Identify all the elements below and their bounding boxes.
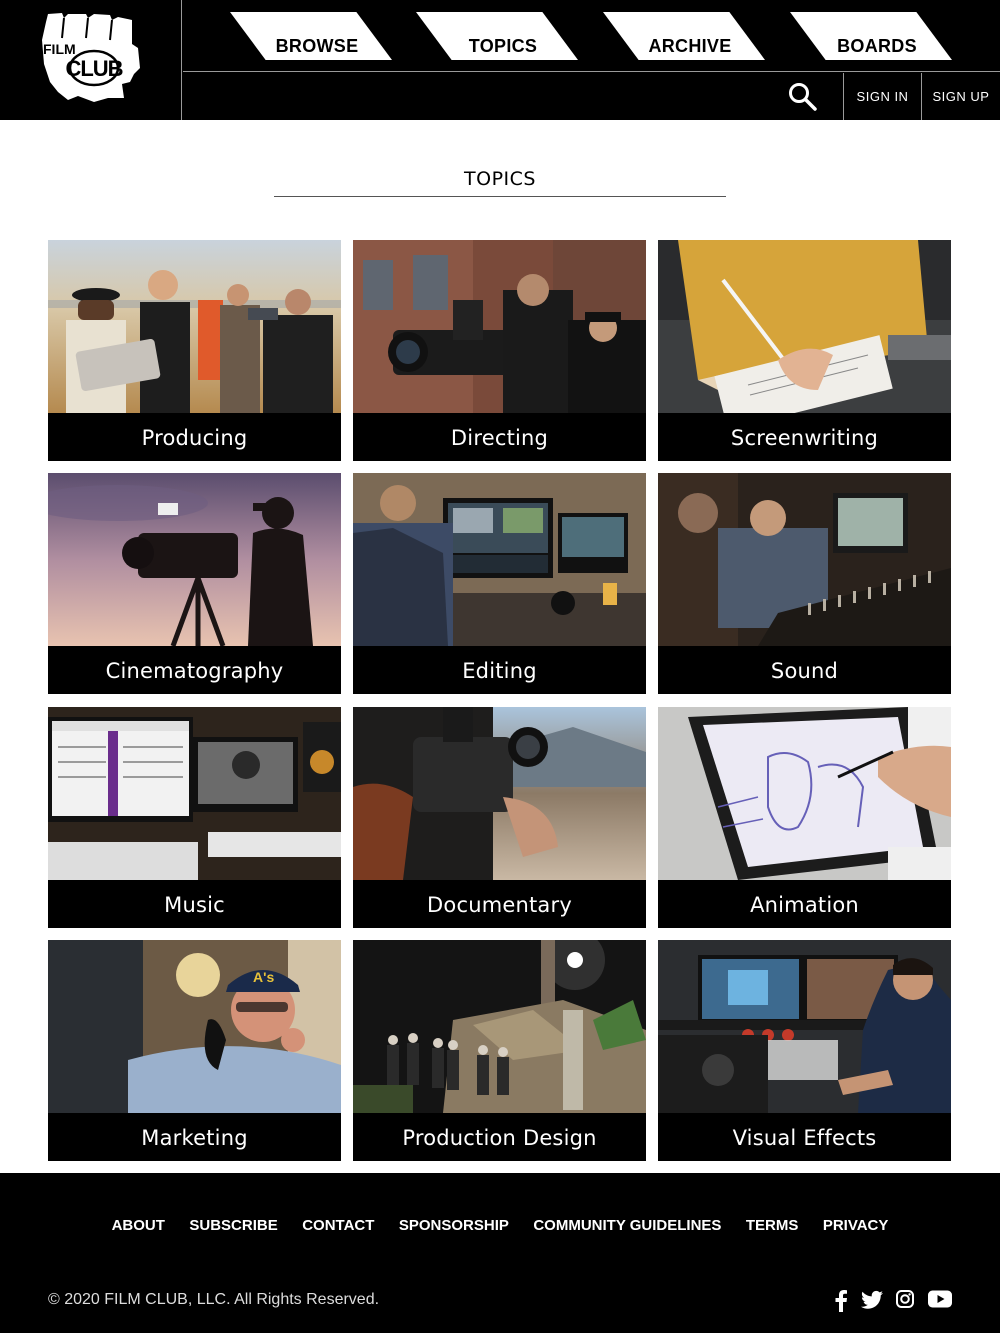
topic-card-screenwriting[interactable]: Screenwriting — [658, 240, 951, 461]
topic-label: Cinematography — [105, 658, 284, 683]
facebook-icon — [835, 1290, 847, 1312]
topic-card-animation[interactable]: Animation — [658, 707, 951, 928]
footer-link-privacy[interactable]: PRIVACY — [823, 1217, 889, 1234]
documentary-photo — [353, 707, 646, 880]
footer-link-community-guidelines[interactable]: COMMUNITY GUIDELINES — [533, 1217, 721, 1234]
topic-label: Documentary — [427, 892, 572, 917]
footer-link-terms[interactable]: TERMS — [746, 1217, 799, 1234]
topic-card-production-design[interactable]: Production Design — [353, 940, 646, 1161]
facebook-link[interactable] — [834, 1290, 848, 1312]
film-club-logo: FILM CLUB — [42, 13, 140, 102]
nav-tab-boards[interactable]: BOARDS — [790, 12, 952, 60]
site-header: FILM CLUB BROWSE TOPICS ARCHIVE BOARDS S… — [0, 0, 1000, 120]
topic-card-sound[interactable]: Sound — [658, 473, 951, 694]
footer-link-about[interactable]: ABOUT — [112, 1217, 165, 1234]
topic-card-producing[interactable]: Producing — [48, 240, 341, 461]
topic-label: Screenwriting — [730, 425, 879, 450]
topic-card-marketing[interactable]: A's Marketing — [48, 940, 341, 1161]
twitter-link[interactable] — [861, 1290, 883, 1312]
topic-label: Production Design — [402, 1125, 597, 1150]
topic-label: Directing — [450, 425, 549, 450]
production-design-photo — [353, 940, 646, 1113]
topic-card-editing[interactable]: Editing — [353, 473, 646, 694]
nav-tab-label: BOARDS — [837, 36, 917, 56]
copyright-text: © 2020 FILM CLUB, LLC. All Rights Reserv… — [48, 1291, 380, 1308]
directing-photo — [353, 240, 646, 413]
logo-link[interactable]: FILM CLUB — [0, 0, 182, 120]
nav-tab-archive[interactable]: ARCHIVE — [603, 12, 765, 60]
search-button[interactable] — [787, 81, 819, 113]
footer-link-contact[interactable]: CONTACT — [302, 1217, 374, 1234]
youtube-link[interactable] — [928, 1290, 952, 1312]
logo-club-text: CLUB — [65, 56, 122, 81]
topic-card-cinematography[interactable]: Cinematography — [48, 473, 341, 694]
user-toolbar: SIGN IN SIGN UP — [183, 73, 1000, 120]
visual-effects-photo — [658, 940, 951, 1113]
footer-links: ABOUT SUBSCRIBE CONTACT SPONSORSHIP COMM… — [0, 1217, 1000, 1235]
marketing-photo: A's — [48, 940, 341, 1113]
twitter-icon — [861, 1290, 883, 1309]
editing-photo — [353, 473, 646, 646]
nav-tab-browse[interactable]: BROWSE — [230, 12, 392, 60]
topic-card-visual-effects[interactable]: Visual Effects — [658, 940, 951, 1161]
main-nav: BROWSE TOPICS ARCHIVE BOARDS — [183, 0, 1000, 72]
topic-card-music[interactable]: Music — [48, 707, 341, 928]
footer-link-subscribe[interactable]: SUBSCRIBE — [189, 1217, 277, 1234]
nav-tab-label: ARCHIVE — [648, 36, 732, 56]
footer-link-sponsorship[interactable]: SPONSORSHIP — [399, 1217, 509, 1234]
svg-text:A's: A's — [253, 969, 274, 985]
topic-label: Sound — [770, 658, 839, 683]
search-icon — [789, 83, 817, 111]
topic-label: Marketing — [141, 1125, 248, 1150]
cinematography-photo — [48, 473, 341, 646]
youtube-icon — [928, 1290, 952, 1308]
topic-label: Producing — [141, 425, 248, 450]
nav-tab-topics[interactable]: TOPICS — [416, 12, 578, 60]
sign-in-link[interactable]: SIGN IN — [843, 73, 921, 120]
site-footer: ABOUT SUBSCRIBE CONTACT SPONSORSHIP COMM… — [0, 1173, 1000, 1333]
topic-card-documentary[interactable]: Documentary — [353, 707, 646, 928]
animation-photo — [658, 707, 951, 880]
instagram-link[interactable] — [896, 1290, 914, 1312]
topic-card-directing[interactable]: Directing — [353, 240, 646, 461]
nav-tab-label: TOPICS — [468, 36, 538, 56]
topic-label: Animation — [750, 892, 859, 917]
music-photo — [48, 707, 341, 880]
sign-up-link[interactable]: SIGN UP — [921, 73, 1000, 120]
sound-photo — [658, 473, 951, 646]
page-title: TOPICS — [274, 168, 726, 197]
logo-film-text: FILM — [43, 41, 76, 57]
producing-photo — [48, 240, 341, 413]
topic-label: Visual Effects — [732, 1125, 877, 1150]
instagram-icon — [896, 1290, 914, 1308]
screenwriting-photo — [658, 240, 951, 413]
topic-label: Music — [164, 892, 225, 917]
topic-label: Editing — [462, 658, 537, 683]
nav-tab-label: BROWSE — [275, 36, 359, 56]
